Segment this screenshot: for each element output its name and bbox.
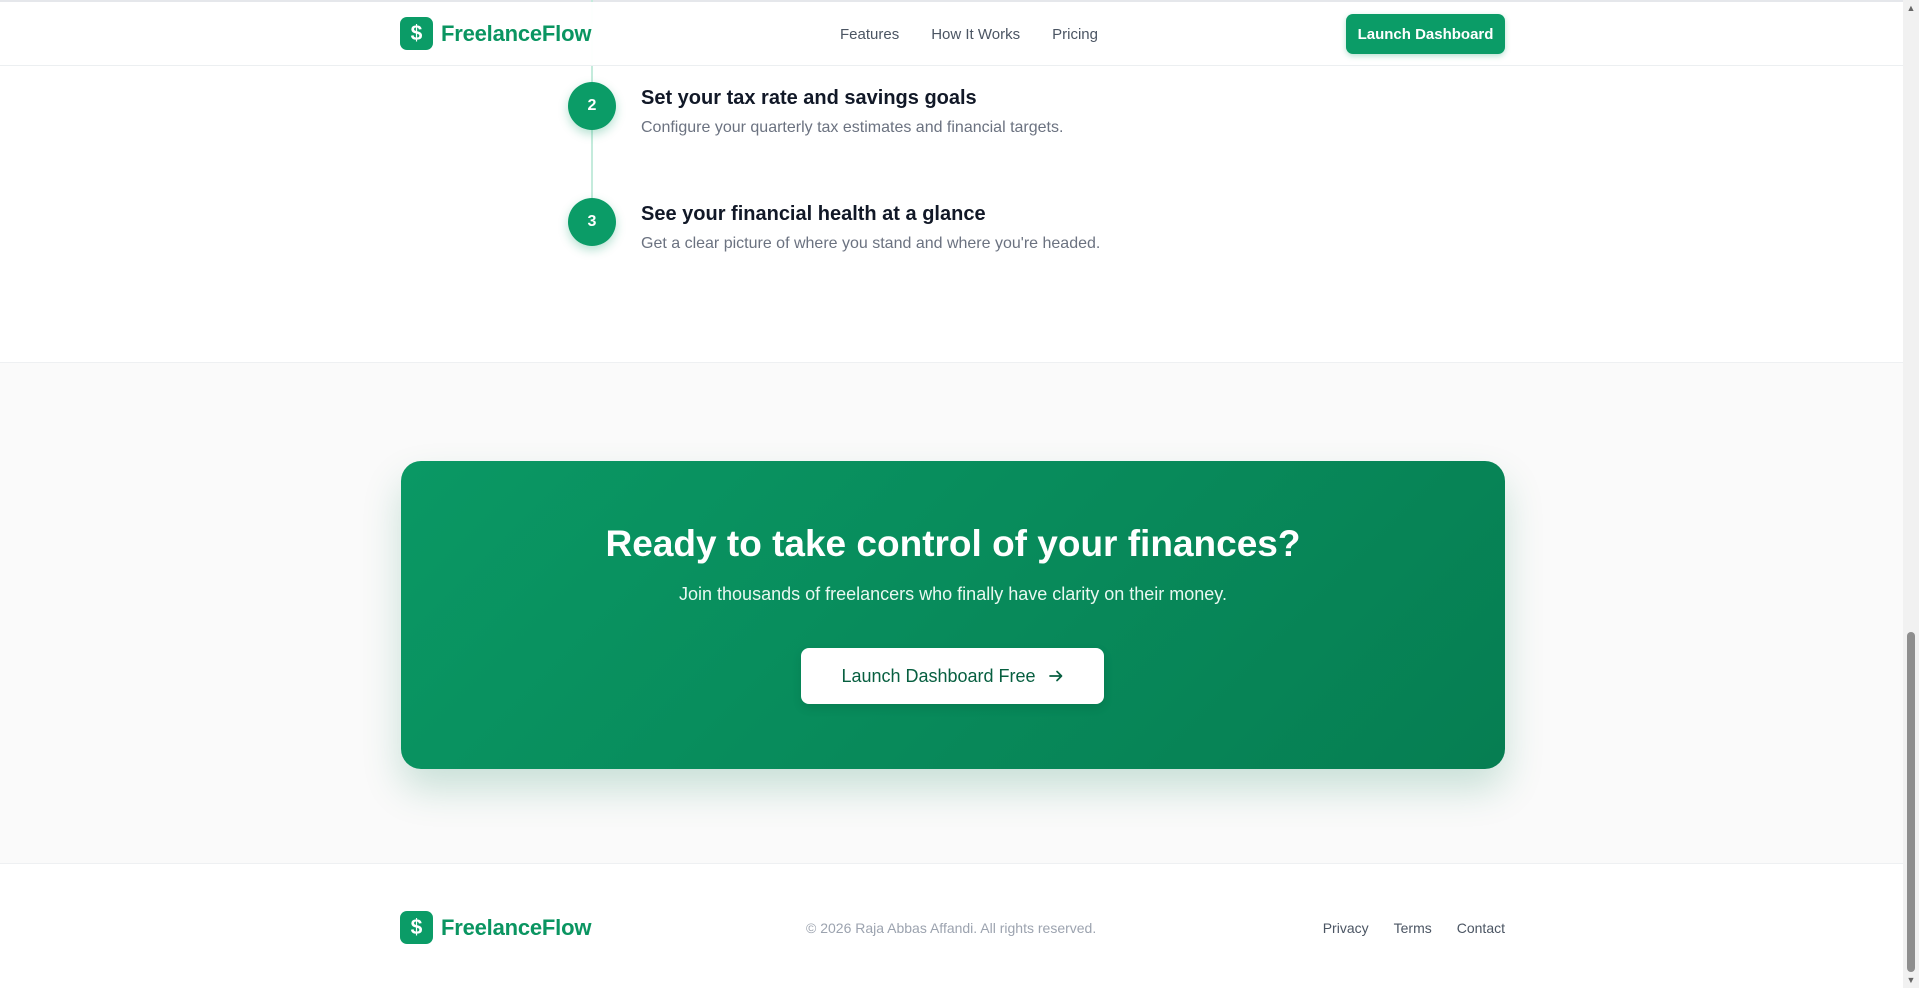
step-connector-2-3 (591, 130, 593, 198)
step-number-badge: 2 (568, 82, 616, 130)
cta-section: Ready to take control of your finances? … (0, 362, 1903, 864)
footer-link-contact[interactable]: Contact (1457, 920, 1505, 936)
nav-link-how-it-works[interactable]: How It Works (931, 26, 1020, 43)
footer-links: Privacy Terms Contact (1323, 920, 1505, 936)
step-title: Set your tax rate and savings goals (641, 87, 977, 109)
nav-link-pricing[interactable]: Pricing (1052, 26, 1098, 43)
cta-subheading: Join thousands of freelancers who finall… (679, 584, 1227, 604)
main-nav: Features How It Works Pricing (840, 26, 1098, 43)
dollar-icon: $ (400, 911, 433, 944)
page-footer: $ FreelanceFlow © 2026 Raja Abbas Affand… (0, 864, 1903, 988)
footer-link-terms[interactable]: Terms (1394, 920, 1432, 936)
dollar-icon: $ (400, 17, 433, 50)
launch-dashboard-free-button[interactable]: Launch Dashboard Free (801, 648, 1104, 704)
cta-heading: Ready to take control of your finances? (605, 523, 1301, 564)
scrollbar-thumb[interactable] (1907, 632, 1915, 972)
arrow-right-icon (1048, 670, 1062, 682)
brand-logo[interactable]: $ FreelanceFlow (400, 17, 591, 50)
footer-brand-logo[interactable]: $ FreelanceFlow (400, 911, 591, 944)
cta-button-label: Launch Dashboard Free (841, 665, 1036, 686)
step-number-badge: 3 (568, 198, 616, 246)
step-title: See your financial health at a glance (641, 203, 986, 225)
scroll-down-arrow-icon[interactable]: ▼ (1903, 972, 1919, 988)
cta-card: Ready to take control of your finances? … (401, 461, 1505, 769)
footer-link-privacy[interactable]: Privacy (1323, 920, 1369, 936)
copyright-text: © 2026 Raja Abbas Affandi. All rights re… (806, 920, 1097, 936)
brand-name: FreelanceFlow (441, 914, 592, 940)
page-viewport: 2 Set your tax rate and savings goals Co… (0, 0, 1903, 988)
step-description: Configure your quarterly tax estimates a… (641, 119, 1064, 136)
launch-dashboard-button[interactable]: Launch Dashboard (1346, 14, 1505, 54)
top-navbar: $ FreelanceFlow Features How It Works Pr… (0, 2, 1903, 66)
step-description: Get a clear picture of where you stand a… (641, 235, 1101, 252)
brand-name: FreelanceFlow (441, 20, 592, 46)
nav-link-features[interactable]: Features (840, 26, 899, 43)
vertical-scrollbar[interactable]: ▲ ▼ (1903, 0, 1919, 988)
scroll-up-arrow-icon[interactable]: ▲ (1903, 0, 1919, 16)
